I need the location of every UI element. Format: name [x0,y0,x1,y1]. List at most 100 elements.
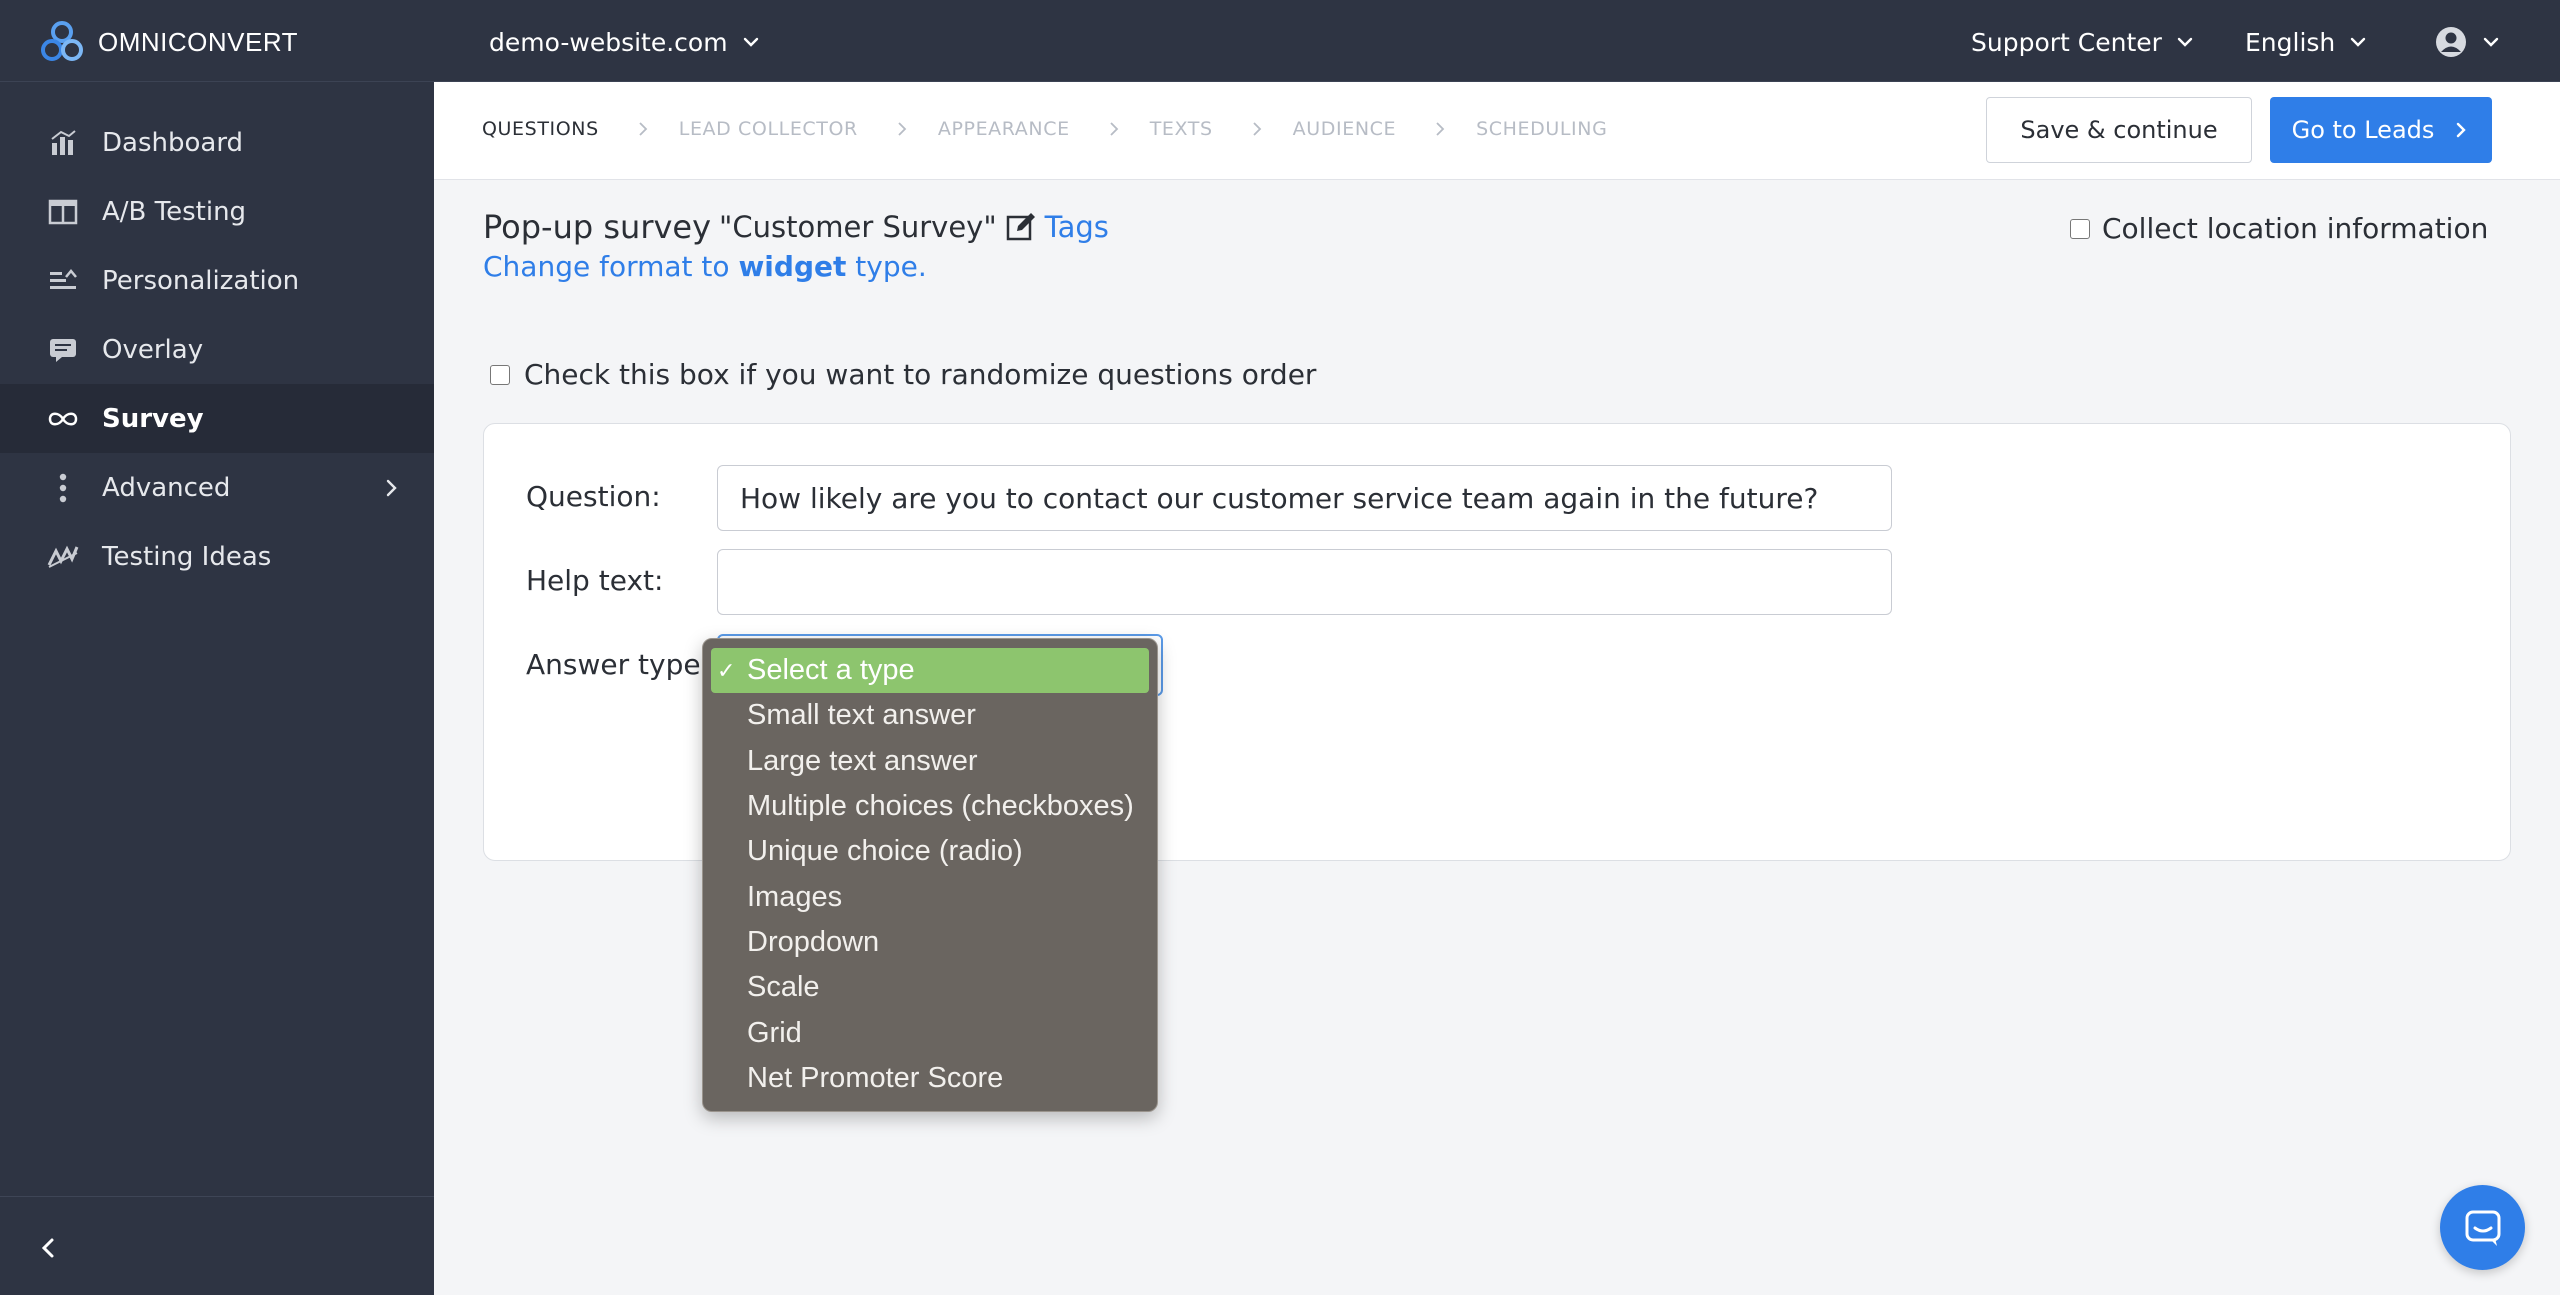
collect-location-label: Collect location information [2102,212,2489,245]
website-selector[interactable]: demo-website.com [489,22,762,62]
sidebar-item-ab-testing[interactable]: A/B Testing [0,177,434,246]
support-center-label: Support Center [1971,27,2162,57]
sidebar-item-label: Survey [102,403,204,434]
chevron-down-icon [2483,37,2499,47]
chevron-right-icon [386,479,397,496]
chevron-right-icon [639,122,648,136]
sidebar-divider [0,1196,434,1197]
option-multiple-choices[interactable]: Multiple choices (checkboxes) [711,784,1149,829]
sidebar-item-label: Advanced [102,472,231,503]
sidebar-item-advanced[interactable]: Advanced [0,453,434,522]
chevron-right-icon [1253,122,1261,136]
option-select-a-type[interactable]: ✓ Select a type [711,648,1149,694]
collapse-sidebar-icon[interactable] [30,1230,66,1266]
chevron-right-icon [1110,122,1118,136]
option-images[interactable]: Images [711,874,1149,919]
split-window-icon [46,195,80,229]
question-label: Question: [526,480,661,513]
option-label: Net Promoter Score [747,1061,1004,1094]
chevron-right-icon [1436,122,1445,136]
option-label: Images [747,880,843,913]
save-continue-button[interactable]: Save & continue [1986,97,2252,163]
chat-icon [2465,1210,2500,1246]
chevron-right-icon [2457,122,2467,138]
sidebar-item-label: Overlay [102,334,204,365]
top-bar: OMNICONVERT demo-website.com Support Cen… [0,0,2560,82]
sidebar-item-label: Testing Ideas [102,541,272,572]
collect-location-checkbox[interactable] [2070,218,2090,239]
option-small-text[interactable]: Small text answer [711,693,1149,738]
option-scale[interactable]: Scale [711,965,1149,1010]
user-menu[interactable] [2434,22,2502,62]
help-text-input[interactable] [717,549,1892,615]
language-label: English [2245,27,2336,57]
chevron-right-icon [898,122,907,136]
format-suffix: type. [855,250,927,283]
dots-vertical-icon [46,471,80,505]
wizard-steps: QUESTIONS LEAD COLLECTOR APPEARANCE TEXT… [482,118,1607,140]
option-label: Small text answer [747,699,976,732]
step-appearance[interactable]: APPEARANCE [938,118,1070,140]
step-lead-collector[interactable]: LEAD COLLECTOR [679,118,858,140]
personalization-icon [46,264,80,298]
question-input[interactable] [717,465,1892,531]
sidebar-item-testing-ideas[interactable]: Testing Ideas [0,522,434,591]
ideas-icon [46,540,80,574]
randomize-option: Check this box if you want to randomize … [490,358,1316,391]
sidebar-item-survey[interactable]: Survey [0,384,434,453]
step-questions[interactable]: QUESTIONS [482,118,599,140]
step-audience[interactable]: AUDIENCE [1293,118,1396,140]
brand-name: OMNICONVERT [98,26,299,57]
sidebar-item-overlay[interactable]: Overlay [0,315,434,384]
support-center-menu[interactable]: Support Center [1971,22,2196,62]
chevron-down-icon [743,37,758,47]
option-large-text[interactable]: Large text answer [711,739,1149,784]
collect-location-option: Collect location information [2070,212,2488,245]
chevron-down-icon [2351,37,2366,47]
website-name: demo-website.com [489,27,728,57]
go-to-leads-label: Go to Leads [2291,116,2435,144]
option-label: Large text answer [747,744,978,777]
brand[interactable]: OMNICONVERT [38,20,298,64]
chat-support-button[interactable] [2440,1185,2525,1270]
sidebar-item-label: Personalization [102,265,300,296]
step-scheduling[interactable]: SCHEDULING [1476,118,1607,140]
option-label: Multiple choices (checkboxes) [747,790,1134,823]
sidebar-item-personalization[interactable]: Personalization [0,246,434,315]
option-label: Scale [747,971,820,1004]
edit-icon[interactable] [1005,211,1037,243]
format-type: widget [738,250,847,283]
language-selector[interactable]: English [2245,22,2369,62]
answer-type-dropdown: ✓ Select a type Small text answer Large … [702,638,1158,1112]
answer-type-label: Answer type: [526,648,711,681]
user-avatar-icon [2436,27,2466,57]
option-net-promoter-score[interactable]: Net Promoter Score [711,1056,1149,1101]
option-label: Unique choice (radio) [747,835,1023,868]
randomize-checkbox[interactable] [490,364,510,385]
sidebar-item-label: Dashboard [102,127,244,158]
bar-chart-icon [46,126,80,160]
sidebar-item-label: A/B Testing [102,196,247,227]
option-label: Grid [747,1016,802,1049]
option-grid[interactable]: Grid [711,1010,1149,1055]
checkmark-icon: ✓ [717,657,736,683]
sidebar: Dashboard A/B Testing Personalization Ov… [0,82,434,1295]
survey-name: "Customer Survey" [719,210,997,244]
go-to-leads-button[interactable]: Go to Leads [2270,97,2492,163]
change-format-link[interactable]: Change format to widget type. [483,250,927,283]
option-dropdown[interactable]: Dropdown [711,920,1149,965]
omniconvert-logo-icon [41,21,83,61]
overlay-icon [46,333,80,367]
tags-link[interactable]: Tags [1045,210,1109,244]
option-unique-choice[interactable]: Unique choice (radio) [711,829,1149,874]
format-prefix: Change format to [483,250,730,283]
sidebar-item-dashboard[interactable]: Dashboard [0,108,434,177]
help-text-label: Help text: [526,564,664,597]
survey-title: Pop-up survey "Customer Survey" Tags [483,208,1109,246]
step-texts[interactable]: TEXTS [1150,118,1213,140]
infinity-icon [46,402,80,436]
survey-type-label: Pop-up survey [483,208,712,246]
option-label: Dropdown [747,925,880,958]
chevron-down-icon [2177,37,2193,47]
randomize-label: Check this box if you want to randomize … [524,358,1317,391]
